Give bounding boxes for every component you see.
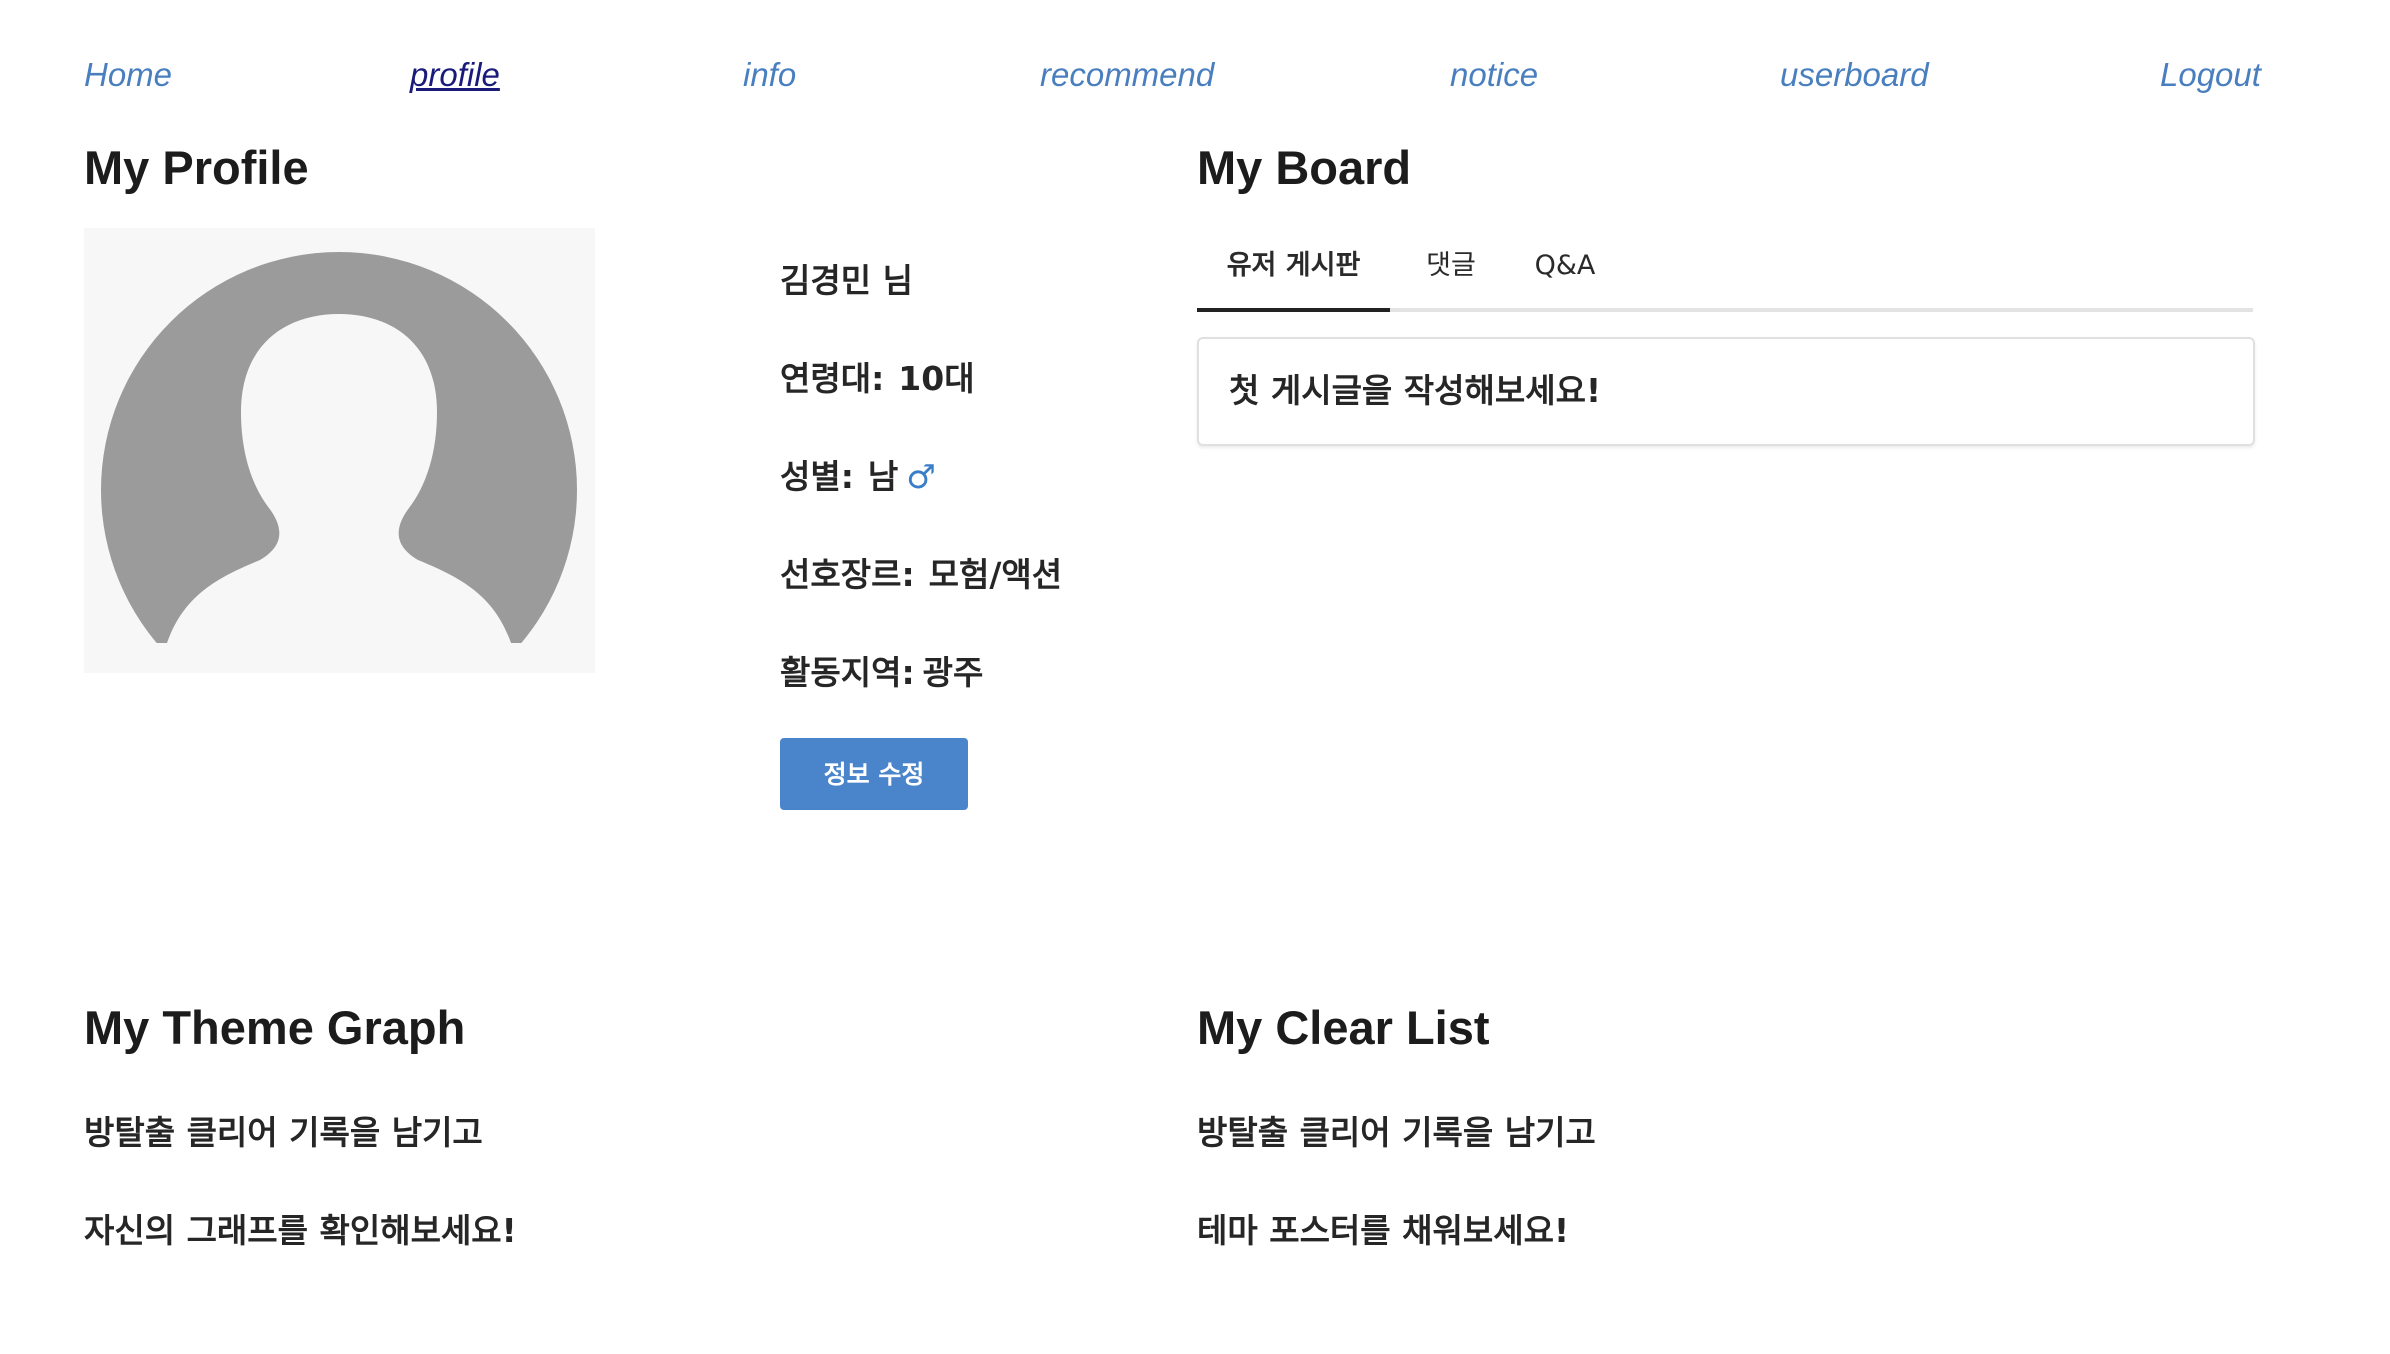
gender-label: 성별: — [780, 457, 854, 496]
board-empty-card: 첫 게시글을 작성해보세요! — [1197, 337, 2255, 446]
clear-list-message-line1: 방탈출 클리어 기록을 남기고 — [1197, 1113, 1596, 1152]
board-tabs: 유저 게시판 댓글 Q&A — [1197, 238, 2253, 312]
genre-label: 선호장르: — [780, 555, 915, 594]
top-nav: Home profile info recommend notice userb… — [0, 50, 2390, 100]
profile-avatar — [84, 228, 595, 673]
profile-age-row: 연령대: 10대 — [780, 357, 975, 401]
theme-graph-message-line1: 방탈출 클리어 기록을 남기고 — [84, 1113, 483, 1152]
male-symbol-icon: ♂ — [906, 457, 936, 496]
clear-list-message-line2: 테마 포스터를 채워보세요! — [1197, 1211, 1569, 1250]
tab-comments[interactable]: 댓글 — [1411, 238, 1491, 308]
region-label: 활동지역: — [780, 653, 915, 692]
profile-name: 김경민 님 — [780, 261, 913, 300]
my-theme-graph-heading: My Theme Graph — [84, 1001, 466, 1054]
tab-qna[interactable]: Q&A — [1527, 238, 1603, 308]
profile-gender-row: 성별: 남 ♂ — [780, 455, 936, 499]
nav-profile-link[interactable]: profile — [410, 50, 500, 100]
my-board-heading: My Board — [1197, 141, 1412, 194]
nav-userboard-link[interactable]: userboard — [1780, 50, 1929, 100]
nav-recommend-link[interactable]: recommend — [1040, 50, 1214, 100]
nav-home-link[interactable]: Home — [84, 50, 172, 100]
age-label: 연령대: — [780, 359, 885, 398]
profile-genre-row: 선호장르: 모험/액션 — [780, 553, 1062, 597]
region-value: 광주 — [922, 653, 984, 692]
my-profile-heading: My Profile — [84, 141, 309, 194]
gender-value: 남 — [867, 457, 899, 496]
my-clear-list-heading: My Clear List — [1197, 1001, 1490, 1054]
default-user-avatar-icon — [101, 252, 577, 643]
genre-value: 모험/액션 — [928, 555, 1063, 594]
tab-user-board[interactable]: 유저 게시판 — [1197, 238, 1390, 312]
nav-logout-link[interactable]: Logout — [2160, 50, 2261, 100]
theme-graph-message-line2: 자신의 그래프를 확인해보세요! — [84, 1211, 517, 1250]
profile-region-row: 활동지역: 광주 — [780, 651, 983, 695]
nav-notice-link[interactable]: notice — [1450, 50, 1538, 100]
nav-info-link[interactable]: info — [743, 50, 796, 100]
edit-profile-button[interactable]: 정보 수정 — [780, 738, 968, 810]
board-empty-message: 첫 게시글을 작성해보세요! — [1229, 371, 1601, 410]
age-value: 10대 — [898, 359, 975, 398]
